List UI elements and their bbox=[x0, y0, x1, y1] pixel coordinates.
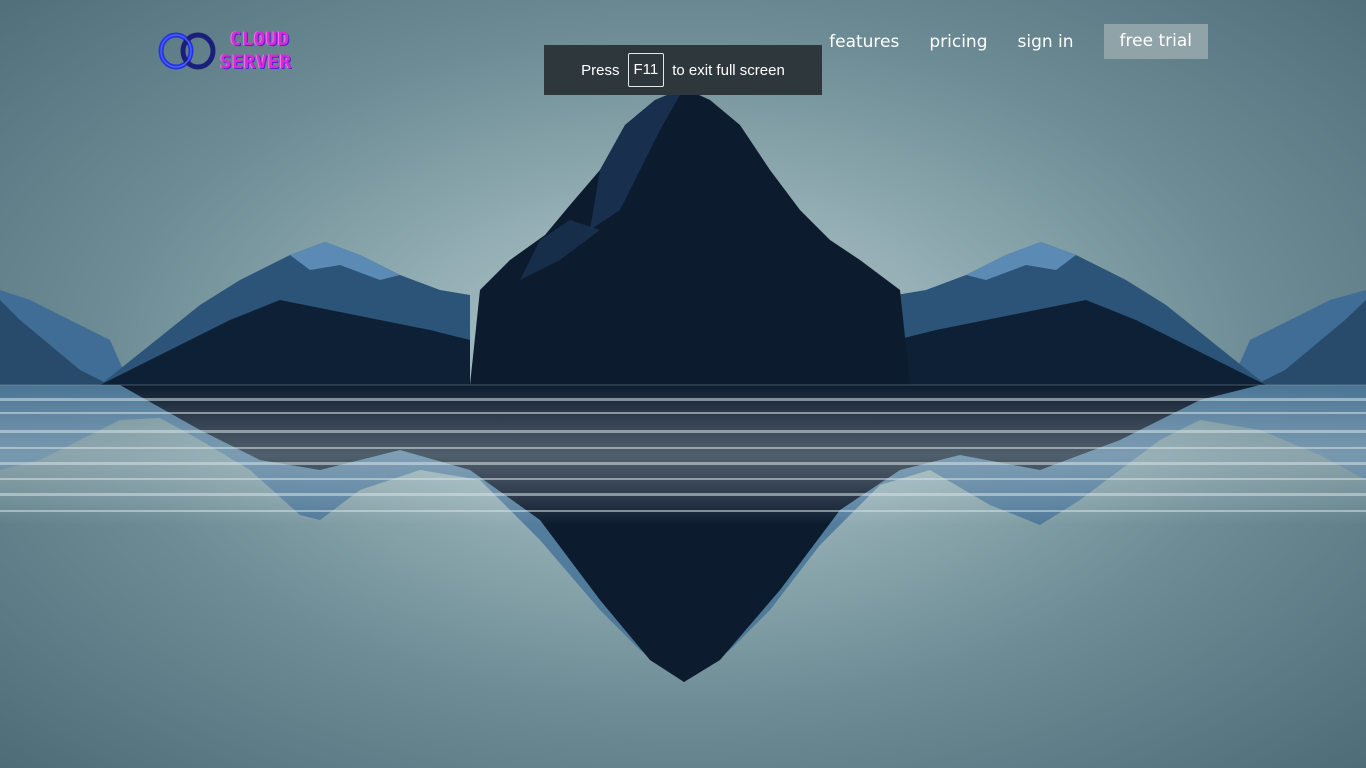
fullscreen-exit-notice: Press F11 to exit full screen bbox=[544, 45, 822, 95]
fullscreen-notice-suffix: to exit full screen bbox=[672, 61, 785, 79]
nav-link-sign-in[interactable]: sign in bbox=[1018, 32, 1074, 52]
nav-link-features[interactable]: features bbox=[829, 32, 899, 52]
top-nav: features pricing sign in free trial bbox=[829, 24, 1208, 59]
landing-page: CLOUD SERVER features pricing sign in fr… bbox=[0, 0, 1366, 768]
mountain-reflection bbox=[0, 385, 1366, 682]
logo-wordmark: CLOUD SERVER bbox=[220, 28, 292, 74]
f11-key-badge: F11 bbox=[627, 53, 665, 87]
fullscreen-notice-prefix: Press bbox=[581, 61, 620, 79]
logo-rings-icon bbox=[158, 32, 216, 70]
mountain-lake-background bbox=[0, 88, 1366, 682]
logo-line-2: SERVER bbox=[220, 51, 292, 73]
free-trial-button[interactable]: free trial bbox=[1103, 24, 1208, 59]
cloud-server-logo[interactable]: CLOUD SERVER bbox=[156, 26, 308, 76]
mountain-range bbox=[0, 88, 1366, 385]
logo-line-1: CLOUD bbox=[230, 28, 290, 50]
nav-link-pricing[interactable]: pricing bbox=[929, 32, 987, 52]
